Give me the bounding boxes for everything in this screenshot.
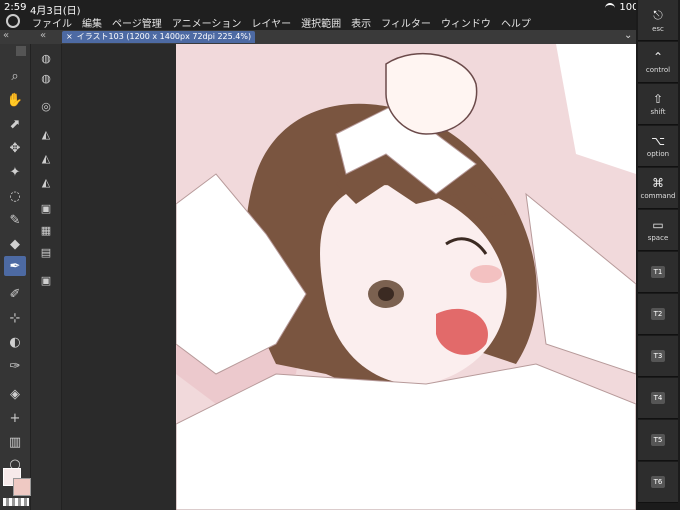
pencil-tool-icon[interactable]: ✐ [4, 284, 26, 304]
key-t5[interactable]: T5 [638, 420, 678, 461]
key-control[interactable]: ⌃ control [638, 42, 678, 83]
subtool-icon[interactable]: ◍ [37, 50, 55, 66]
blend-tool-icon[interactable]: ◐ [4, 332, 26, 352]
move-tool-icon[interactable]: ✥ [4, 138, 26, 158]
operation-tool-icon[interactable]: ⬈ [4, 114, 26, 134]
key-shift[interactable]: ⇧ shift [638, 84, 678, 125]
key-esc[interactable]: ⎋ esc [638, 0, 678, 41]
tool-palette: ⌕ ✋ ⬈ ✥ ✦ ◌ ✎ ◆ ✒ ✐ ⊹ ◐ ✑ ◈ + ▥ ○ [0, 44, 31, 510]
tab-bar: « « × イラスト103 (1200 x 1400px 72dpi 225.4… [0, 30, 680, 44]
subtool-icon[interactable]: ▣ [37, 200, 55, 216]
key-label: T6 [651, 476, 665, 488]
menu-layer[interactable]: レイヤー [251, 15, 291, 30]
zoom-tool-icon[interactable]: ⌕ [4, 66, 26, 86]
key-t6[interactable]: T6 [638, 462, 678, 503]
menu-animation[interactable]: アニメーション [172, 15, 242, 30]
menu-window[interactable]: ウィンドウ [441, 15, 491, 30]
key-label: shift [650, 108, 666, 116]
key-space[interactable]: ▭ space [638, 210, 678, 251]
app-logo-icon[interactable] [6, 14, 20, 28]
eyedropper-tool-icon[interactable]: ✎ [4, 210, 26, 230]
tab-close-icon[interactable]: × [66, 31, 73, 43]
auto-select-tool-icon[interactable]: ✦ [4, 162, 26, 182]
lasso-tool-icon[interactable]: ◌ [4, 186, 26, 206]
collapse-subtool-icon[interactable]: « [40, 30, 46, 41]
chevron-down-icon[interactable]: ⌄ [624, 30, 632, 41]
menu-file[interactable]: ファイル [32, 15, 72, 30]
key-label: control [645, 66, 671, 74]
pen-tool-icon[interactable]: ✒ [4, 256, 26, 276]
key-t1[interactable]: T1 [638, 252, 678, 293]
key-label: T2 [651, 308, 665, 320]
control-icon: ⌃ [652, 50, 664, 64]
subtool-icon[interactable]: ◭ [37, 174, 55, 190]
key-label: space [647, 234, 669, 242]
key-label: option [646, 150, 670, 158]
key-t2[interactable]: T2 [638, 294, 678, 335]
key-option[interactable]: ⌥ option [638, 126, 678, 167]
key-label: T5 [651, 434, 665, 446]
menu-bar: ファイル 編集 ページ管理 アニメーション レイヤー 選択範囲 表示 フィルター… [32, 15, 531, 30]
menu-view[interactable]: 表示 [351, 15, 371, 30]
airbrush-tool-icon[interactable]: ⊹ [4, 308, 26, 328]
key-label: T4 [651, 392, 665, 404]
menu-selection[interactable]: 選択範囲 [301, 15, 341, 30]
option-icon: ⌥ [651, 134, 665, 148]
status-time: 2:59 [4, 2, 27, 13]
key-label: esc [652, 24, 664, 33]
subtool-icon[interactable]: ◭ [37, 150, 55, 166]
fill-tool-icon[interactable]: ◈ [4, 384, 26, 404]
collapse-left-icon[interactable]: « [3, 30, 9, 41]
esc-icon: ⎋ [653, 7, 663, 22]
menu-filter[interactable]: フィルター [381, 15, 431, 30]
transparent-color-swatch[interactable] [3, 498, 29, 506]
key-t3[interactable]: T3 [638, 336, 678, 377]
eraser-tool-icon[interactable]: ◆ [4, 234, 26, 254]
document-tab[interactable]: × イラスト103 (1200 x 1400px 72dpi 225.4%) [62, 31, 256, 43]
gradient-tool-icon[interactable]: ▥ [4, 432, 26, 452]
wifi-icon [605, 3, 616, 12]
subtool-icon[interactable]: ▤ [37, 244, 55, 260]
key-t4[interactable]: T4 [638, 378, 678, 419]
sub-tool-palette: ◍ ◍ ◎ ◭ ◭ ◭ ▣ ▦ ▤ ▣ [31, 44, 62, 510]
subtool-icon[interactable]: ▣ [37, 272, 55, 288]
subtool-icon[interactable]: ◭ [37, 126, 55, 142]
subtool-icon[interactable]: ◎ [37, 98, 55, 114]
menu-edit[interactable]: 編集 [82, 15, 102, 30]
canvas-workarea[interactable] [62, 44, 636, 510]
pen-preview-icon [16, 46, 26, 56]
command-icon: ⌘ [652, 176, 664, 190]
key-label: command [640, 192, 676, 200]
sub-color-swatch[interactable] [13, 478, 31, 496]
shift-icon: ⇧ [652, 92, 664, 106]
menu-page[interactable]: ページ管理 [112, 15, 162, 30]
edge-keyboard: ⎋ esc ⌃ control ⇧ shift ⌥ option ⌘ command ▭ s… [636, 0, 680, 510]
menu-help[interactable]: ヘルプ [501, 15, 531, 30]
key-command[interactable]: ⌘ command [638, 168, 678, 209]
hand-tool-icon[interactable]: ✋ [4, 90, 26, 110]
figure-tool-icon[interactable]: + [4, 408, 26, 428]
illustration-canvas[interactable] [176, 44, 636, 510]
key-label: T1 [651, 266, 665, 278]
subtool-icon[interactable]: ◍ [37, 70, 55, 86]
tab-title: イラスト103 (1200 x 1400px 72dpi 225.4%) [76, 32, 252, 41]
status-and-menu-bar: 2:59 4月3日(日) 100% ファイル 編集 ページ管理 アニメーション … [0, 0, 680, 30]
subtool-icon[interactable]: ▦ [37, 222, 55, 238]
key-label: T3 [651, 350, 665, 362]
space-icon: ▭ [652, 218, 664, 232]
decoration-tool-icon[interactable]: ✑ [4, 356, 26, 376]
illustration-artwork [176, 44, 636, 510]
